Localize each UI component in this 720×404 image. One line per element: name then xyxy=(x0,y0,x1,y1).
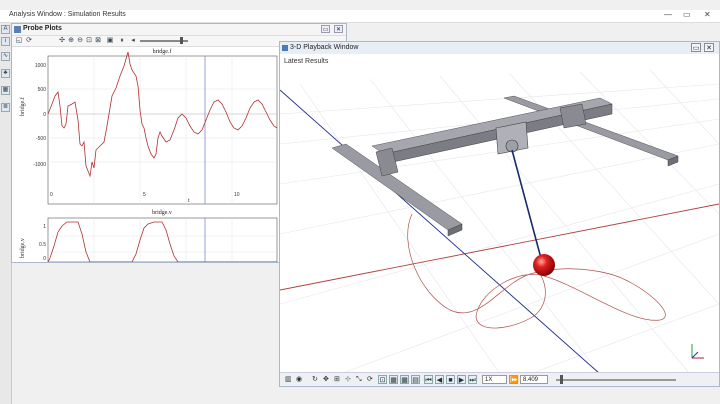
top-plot-ylabel: bridge.f xyxy=(19,97,26,116)
playback-window: 3-D Playback Window ▭ ✕ Latest Results ▥… xyxy=(279,41,720,387)
table-view-icon[interactable]: ▥ xyxy=(285,375,292,384)
payload-ball xyxy=(533,254,555,276)
maximize-button[interactable]: ▭ xyxy=(683,10,691,19)
grid-toggle-2-icon[interactable]: ▦ xyxy=(400,375,409,384)
close-button[interactable]: ✕ xyxy=(704,10,711,19)
plot-icon[interactable]: ∿ xyxy=(1,52,10,61)
probe-maximize-button[interactable]: ▭ xyxy=(321,25,330,33)
top-ytick-neg500: -500 xyxy=(36,136,46,142)
top-ytick-500: 500 xyxy=(38,87,47,93)
pause-icon[interactable]: ⏸ xyxy=(118,37,126,45)
pan-icon[interactable]: ✣ xyxy=(58,37,66,45)
playback-close-button[interactable]: ✕ xyxy=(704,43,714,52)
step-back-icon[interactable]: ◂ xyxy=(129,37,137,45)
zoom-in-icon[interactable]: ⊕ xyxy=(67,37,75,45)
latest-results-label: Latest Results xyxy=(284,58,329,65)
probe-close-button[interactable]: ✕ xyxy=(334,25,343,33)
reset-view-icon[interactable]: ⟳ xyxy=(367,375,373,384)
playback-maximize-button[interactable]: ▭ xyxy=(691,43,701,52)
grid-icon[interactable]: ▣ xyxy=(106,37,114,45)
bottom-ytick-0-5: 0.5 xyxy=(39,242,46,248)
info-icon[interactable]: i xyxy=(1,37,10,46)
play-icon[interactable]: ▶ xyxy=(457,375,466,384)
play-reverse-icon[interactable]: ◀ xyxy=(435,375,444,384)
top-ytick-1000: 1000 xyxy=(35,63,46,69)
target-icon[interactable]: ⊹ xyxy=(345,375,351,384)
top-ytick-0: 0 xyxy=(43,112,46,118)
desktop: Analysis Window : Simulation Results — ▭… xyxy=(0,0,720,404)
fit-view-icon[interactable]: ⊞ xyxy=(334,375,340,384)
playback-window-icon xyxy=(282,45,288,51)
main-window-title: Analysis Window : Simulation Results xyxy=(9,11,126,18)
time-field[interactable]: 8.409 xyxy=(520,375,548,384)
grid-toggle-icon[interactable]: ▦ xyxy=(389,375,398,384)
zoom-box-icon[interactable]: ⊠ xyxy=(94,37,102,45)
top-xtick-0: 0 xyxy=(50,192,53,198)
probe-plots-title-bar: Probe Plots ▭ ✕ xyxy=(12,24,346,36)
bottom-plot-frame xyxy=(47,217,278,262)
frame-icon[interactable]: ⊡ xyxy=(378,375,387,384)
camera-icon[interactable]: ◉ xyxy=(296,375,302,384)
playback-title: 3-D Playback Window xyxy=(290,44,359,51)
list-icon[interactable]: ≣ xyxy=(1,103,10,112)
top-plot-frame xyxy=(47,55,278,205)
probe-plots-icon xyxy=(14,26,21,33)
playback-slider-thumb[interactable] xyxy=(560,375,563,384)
top-plot-title: bridge.f xyxy=(153,48,172,55)
table-icon[interactable]: ▦ xyxy=(1,86,10,95)
bottom-ytick-0: 0 xyxy=(43,256,46,262)
fast-forward-icon[interactable]: ⏩ xyxy=(509,375,519,384)
zoom-out-icon[interactable]: ⊖ xyxy=(76,37,84,45)
trace-toggle-icon[interactable]: ▤ xyxy=(411,375,420,384)
top-xtick-10: 10 xyxy=(234,192,240,198)
speed-field[interactable]: 1X xyxy=(482,375,507,384)
bottom-plot-ylabel: bridge.v xyxy=(20,238,26,258)
minimize-button[interactable]: — xyxy=(664,10,672,19)
playback-slider[interactable] xyxy=(556,379,676,381)
scale-icon[interactable]: ⤡ xyxy=(356,375,362,384)
zoom-fit-icon[interactable]: ⊡ xyxy=(85,37,93,45)
bottom-ytick-1: 1 xyxy=(43,224,46,230)
top-xtick-5: 5 xyxy=(143,192,146,198)
export-icon[interactable]: ◱ xyxy=(15,37,23,45)
crane-trolley xyxy=(495,121,529,155)
move-icon[interactable]: ✥ xyxy=(323,375,329,384)
model-tree-icon[interactable]: ♣ xyxy=(1,69,10,78)
probe-plots-title: Probe Plots xyxy=(23,25,62,32)
main-title-bar: Analysis Window : Simulation Results — ▭… xyxy=(0,10,720,23)
refresh-icon[interactable]: ⟳ xyxy=(25,37,33,45)
playback-toolbar: ▥ ◉ ↻ ✥ ⊞ ⊹ ⤡ ⟳ ⊡ ▦ ▦ ▤ ⏮ ◀ ■ ▶ ⏭ 1X ⏩ 8… xyxy=(280,372,719,386)
analysis-tool-icon[interactable]: A xyxy=(1,25,10,34)
top-ytick-neg1000: -1000 xyxy=(33,162,46,168)
rotate-icon[interactable]: ↻ xyxy=(312,375,318,384)
3d-scene[interactable] xyxy=(280,54,719,374)
rewind-to-start-icon[interactable]: ⏮ xyxy=(424,375,433,384)
stop-icon[interactable]: ■ xyxy=(446,375,455,384)
skip-to-end-icon[interactable]: ⏭ xyxy=(468,375,477,384)
bottom-plot-title: bridge.v xyxy=(152,210,172,216)
time-slider-thumb[interactable] xyxy=(180,37,183,44)
